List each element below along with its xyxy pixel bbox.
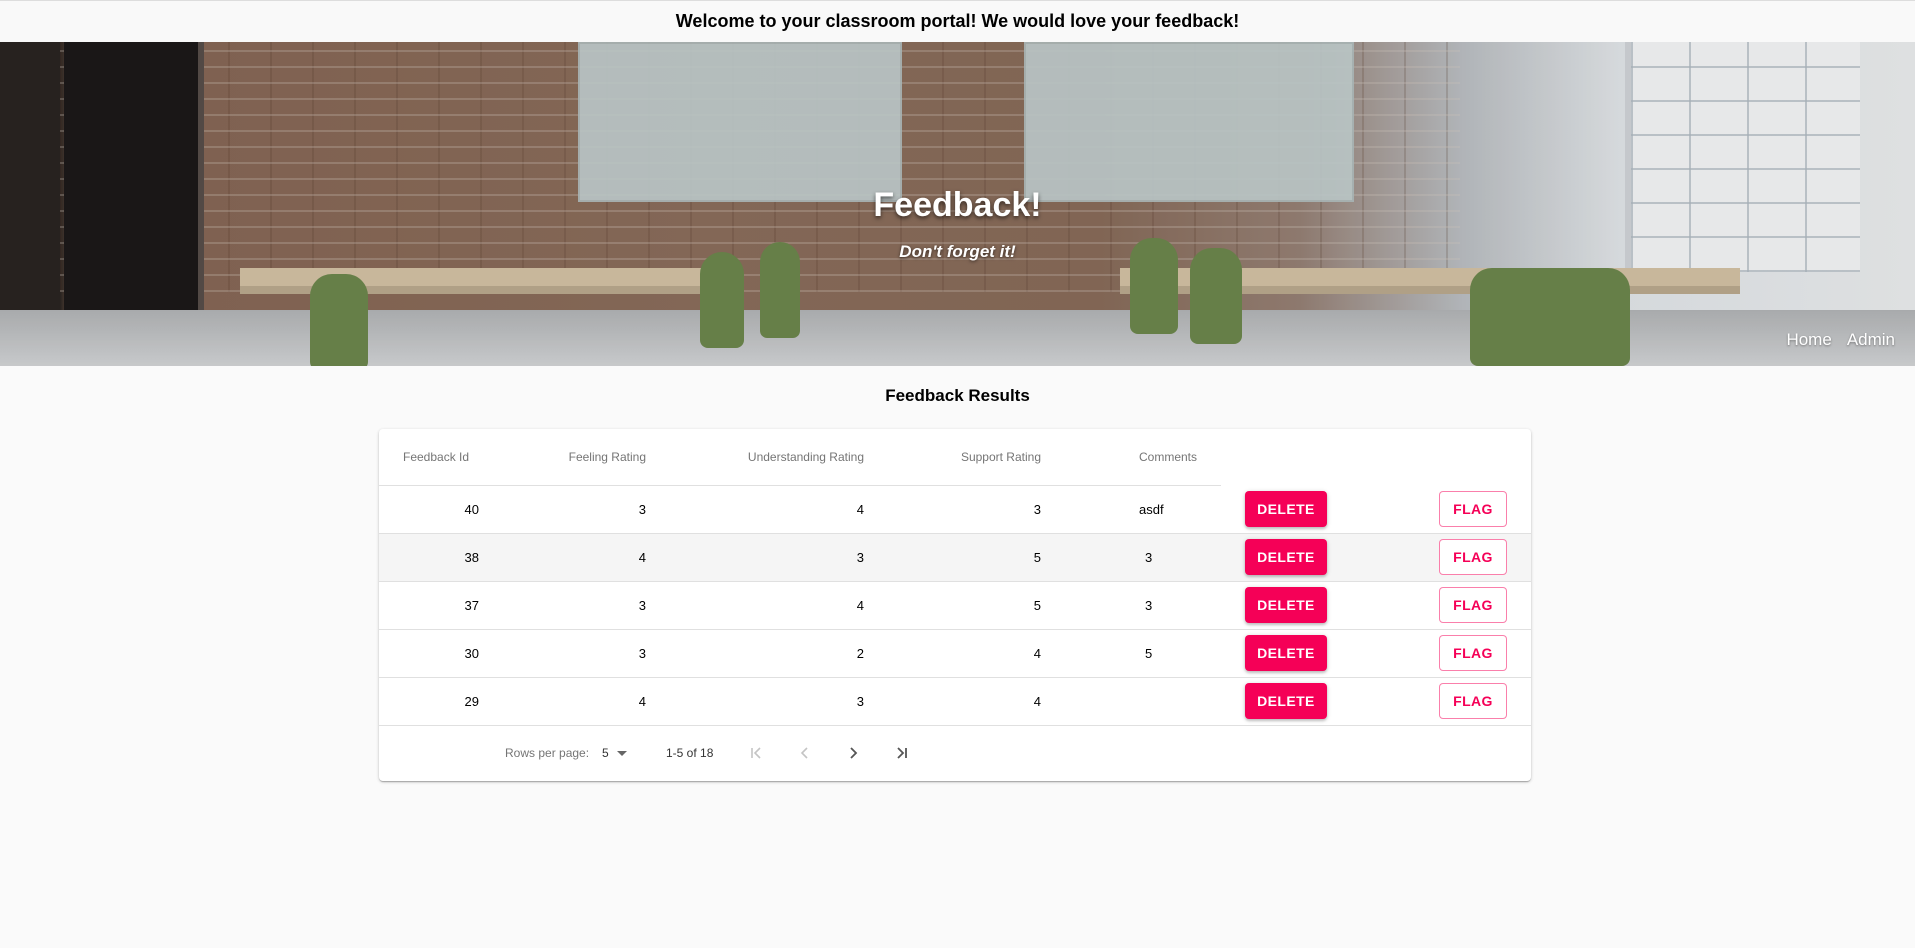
feedback-results-card: Feedback Id Feeling Rating Understanding… [379, 429, 1531, 781]
cell-feeling-rating: 3 [489, 581, 656, 630]
cell-delete: DELETE [1221, 485, 1381, 534]
cell-flag: FLAG [1381, 533, 1531, 582]
cell-delete: DELETE [1221, 581, 1381, 630]
cell-comments: 3 [1051, 533, 1221, 582]
first-page-icon[interactable] [745, 741, 769, 765]
cell-comments: 3 [1051, 581, 1221, 630]
flag-button[interactable]: FLAG [1439, 490, 1507, 527]
table-row: 37 3 4 5 3 DELETE FLAG [379, 581, 1531, 630]
cell-flag: FLAG [1381, 677, 1531, 726]
cell-understanding-rating: 4 [656, 581, 874, 630]
table-row: 29 4 3 4 DELETE FLAG [379, 677, 1531, 726]
cell-understanding-rating: 4 [656, 485, 874, 534]
cell-delete: DELETE [1221, 677, 1381, 726]
pagination-range: 1-5 of 18 [666, 746, 714, 760]
cell-comments: 5 [1051, 629, 1221, 678]
delete-button[interactable]: DELETE [1245, 539, 1327, 575]
table-pagination: Rows per page: 5 1-5 of 18 [379, 725, 1531, 781]
rows-per-page-select[interactable]: 5 [602, 746, 627, 760]
cell-understanding-rating: 3 [656, 677, 874, 726]
delete-button[interactable]: DELETE [1245, 683, 1327, 719]
delete-button[interactable]: DELETE [1245, 635, 1327, 671]
flag-button[interactable]: FLAG [1439, 539, 1507, 575]
table-header-row: Feedback Id Feeling Rating Understanding… [379, 429, 1531, 486]
flag-button[interactable]: FLAG [1439, 587, 1507, 623]
feedback-table: Feedback Id Feeling Rating Understanding… [379, 429, 1531, 726]
table-row: 40 3 4 3 asdf DELETE FLAG [379, 485, 1531, 534]
header-feedback-id: Feedback Id [379, 429, 489, 486]
cell-flag: FLAG [1381, 629, 1531, 678]
welcome-text: Welcome to your classroom portal! We wou… [675, 11, 1240, 31]
cell-feeling-rating: 4 [489, 677, 656, 726]
cell-feedback-id: 29 [379, 677, 489, 726]
header-flag-spacer [1381, 429, 1531, 485]
header-delete-spacer [1221, 429, 1381, 485]
cell-flag: FLAG [1381, 581, 1531, 630]
dropdown-caret-icon [616, 750, 627, 756]
cell-support-rating: 5 [874, 533, 1051, 582]
cell-delete: DELETE [1221, 533, 1381, 582]
nav-admin-link[interactable]: Admin [1847, 330, 1895, 350]
flag-button[interactable]: FLAG [1439, 683, 1507, 719]
cell-feedback-id: 37 [379, 581, 489, 630]
cell-support-rating: 4 [874, 629, 1051, 678]
nav-home-link[interactable]: Home [1786, 330, 1831, 350]
table-row: 30 3 2 4 5 DELETE FLAG [379, 629, 1531, 678]
cell-understanding-rating: 2 [656, 629, 874, 678]
last-page-icon[interactable] [889, 741, 913, 765]
top-nav: Home Admin [1786, 330, 1895, 350]
cell-delete: DELETE [1221, 629, 1381, 678]
cell-support-rating: 5 [874, 581, 1051, 630]
cell-support-rating: 4 [874, 677, 1051, 726]
header-comments: Comments [1051, 429, 1221, 486]
hero-banner: Feedback! Don't forget it! Home Admin [0, 42, 1915, 366]
cell-feedback-id: 38 [379, 533, 489, 582]
header-support-rating: Support Rating [874, 429, 1051, 486]
flag-button[interactable]: FLAG [1439, 635, 1507, 671]
delete-button[interactable]: DELETE [1245, 490, 1327, 527]
cell-support-rating: 3 [874, 485, 1051, 534]
table-row: 38 4 3 5 3 DELETE FLAG [379, 533, 1531, 582]
welcome-banner: Welcome to your classroom portal! We wou… [0, 0, 1915, 42]
cell-comments: asdf [1051, 485, 1221, 534]
hero-title: Feedback! [873, 186, 1042, 224]
next-page-icon[interactable] [841, 741, 865, 765]
cell-flag: FLAG [1381, 485, 1531, 534]
hero-subtitle: Don't forget it! [899, 242, 1016, 261]
delete-button[interactable]: DELETE [1245, 587, 1327, 623]
cell-feedback-id: 40 [379, 485, 489, 534]
header-feeling-rating: Feeling Rating [489, 429, 656, 486]
cell-understanding-rating: 3 [656, 533, 874, 582]
rows-per-page-label: Rows per page: [505, 746, 590, 760]
cell-feeling-rating: 3 [489, 629, 656, 678]
cell-feeling-rating: 4 [489, 533, 656, 582]
rows-per-page-value: 5 [602, 746, 609, 760]
section-title: Feedback Results [885, 386, 1030, 405]
cell-feedback-id: 30 [379, 629, 489, 678]
cell-feeling-rating: 3 [489, 485, 656, 534]
header-understanding-rating: Understanding Rating [656, 429, 874, 486]
cell-comments [1051, 677, 1221, 726]
previous-page-icon[interactable] [793, 741, 817, 765]
